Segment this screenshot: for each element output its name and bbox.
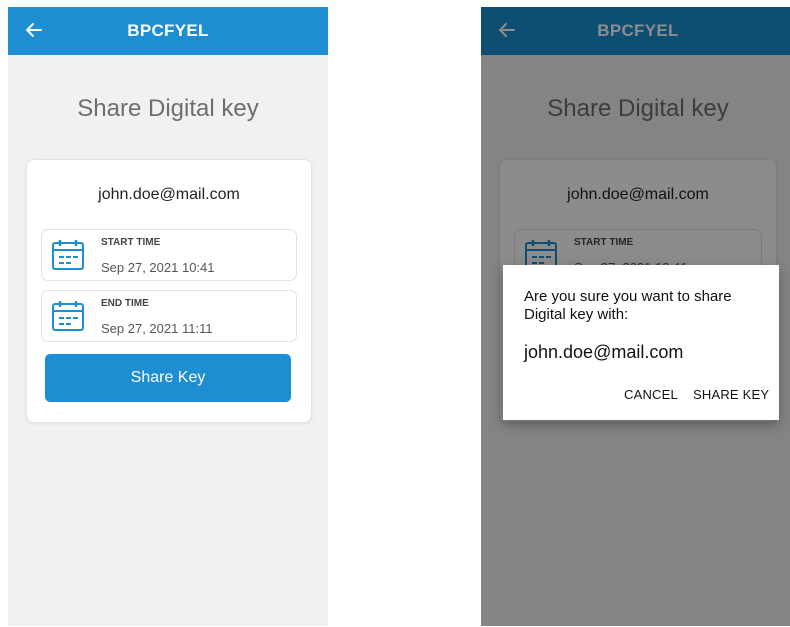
confirm-share-key-button[interactable]: SHARE KEY [693,387,769,402]
start-time-field[interactable]: START TIME Sep 27, 2021 10:41 [41,229,297,281]
recipient-email: john.doe@mail.com [98,186,240,203]
share-key-confirm-screen: BPCFYEL Share Digital key john.doe@mail.… [481,7,790,626]
app-bar: BPCFYEL [8,7,328,55]
calendar-icon [52,301,84,331]
start-time-label: START TIME [101,237,161,248]
calendar-icon [52,240,84,270]
share-key-button[interactable]: Share Key [45,354,291,402]
share-key-card: john.doe@mail.com START TIME Sep 27, 202… [26,159,312,423]
end-time-field[interactable]: END TIME Sep 27, 2021 11:11 [41,290,297,342]
dialog-message: Are you sure you want to share Digital k… [524,288,732,323]
confirm-share-dialog: Are you sure you want to share Digital k… [503,265,779,420]
end-time-value: Sep 27, 2021 11:11 [101,321,213,336]
app-bar-title: BPCFYEL [127,21,209,40]
dialog-email: john.doe@mail.com [524,342,684,362]
start-time-value: Sep 27, 2021 10:41 [101,260,215,275]
page-title: Share Digital key [77,95,259,122]
end-time-label: END TIME [101,298,149,309]
cancel-button[interactable]: CANCEL [624,387,678,402]
share-key-screen: BPCFYEL Share Digital key john.doe@mail.… [8,7,328,626]
